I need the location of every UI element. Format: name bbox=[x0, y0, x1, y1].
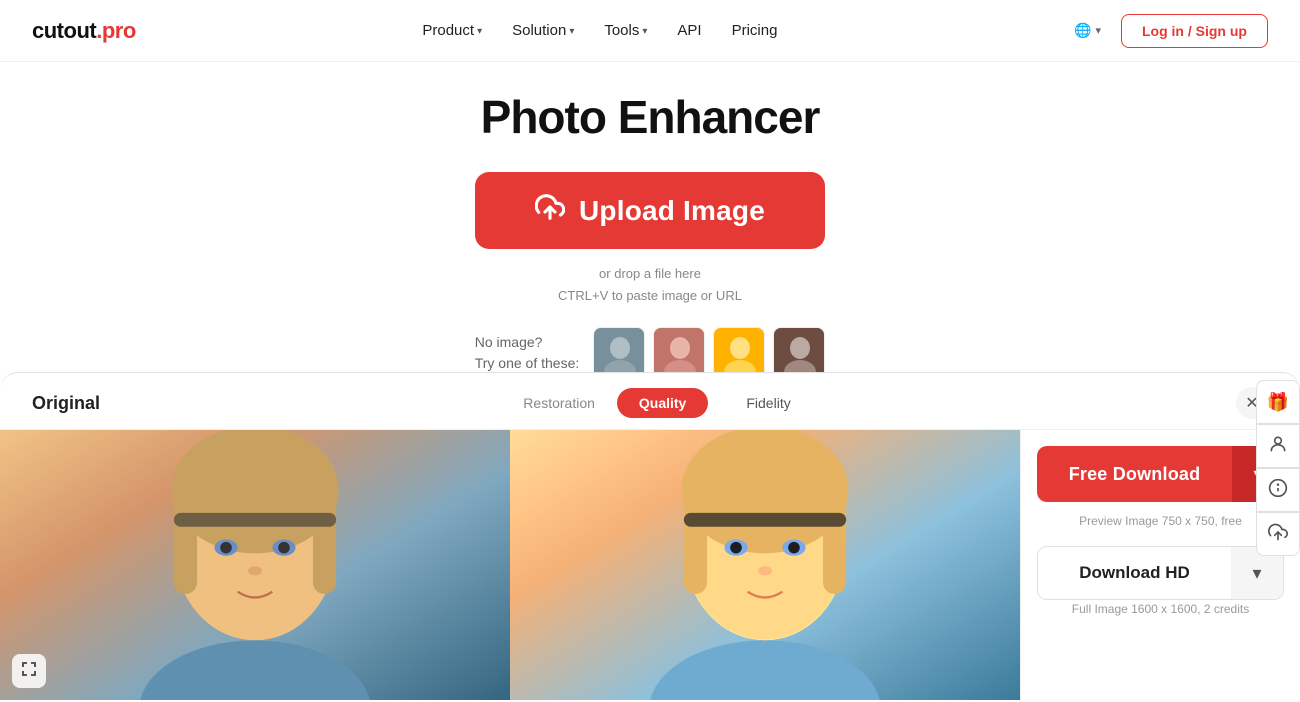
tab-quality[interactable]: Quality bbox=[617, 388, 708, 418]
nav-item-api[interactable]: API bbox=[665, 16, 713, 45]
chevron-down-icon: ▾ bbox=[642, 26, 647, 37]
bottom-panel: Original Restoration Quality Fidelity ✕ bbox=[0, 372, 1300, 702]
main-content: Photo Enhancer Upload Image or drop a fi… bbox=[0, 62, 1300, 379]
gift-icon-button[interactable]: 🎁 bbox=[1256, 380, 1300, 424]
expand-original-button[interactable] bbox=[12, 654, 46, 688]
download-hd-button[interactable]: Download HD bbox=[1038, 546, 1231, 600]
nav-item-solution[interactable]: Solution ▾ bbox=[500, 16, 586, 45]
images-row: Free Download ▾ Preview Image 750 x 750,… bbox=[0, 430, 1300, 702]
upload-icon bbox=[1268, 522, 1288, 547]
header: cutout.pro Product ▾ Solution ▾ Tools ▾ … bbox=[0, 0, 1300, 62]
upload-label: Upload Image bbox=[579, 195, 765, 227]
upload-button[interactable]: Upload Image bbox=[475, 172, 825, 249]
upload-hint: or drop a file here CTRL+V to paste imag… bbox=[0, 263, 1300, 307]
original-label: Original bbox=[32, 393, 100, 414]
nav-item-pricing[interactable]: Pricing bbox=[720, 16, 790, 45]
nav-item-tools[interactable]: Tools ▾ bbox=[592, 16, 659, 45]
free-download-button[interactable]: Free Download bbox=[1037, 446, 1232, 502]
enhanced-image bbox=[510, 430, 1020, 700]
language-button[interactable]: 🌐 ▾ bbox=[1064, 17, 1111, 44]
original-image bbox=[0, 430, 510, 700]
chevron-down-icon: ▾ bbox=[1095, 24, 1101, 37]
logo-text: cutout.pro bbox=[32, 18, 136, 44]
gift-icon: 🎁 bbox=[1267, 392, 1289, 413]
page-title: Photo Enhancer bbox=[0, 90, 1300, 144]
download-hd-hint: Full Image 1600 x 1600, 2 credits bbox=[1037, 602, 1284, 616]
info-icon bbox=[1268, 478, 1288, 503]
header-right: 🌐 ▾ Log in / Sign up bbox=[1064, 14, 1268, 48]
side-icons: 🎁 bbox=[1256, 380, 1300, 556]
nav-item-product[interactable]: Product ▾ bbox=[410, 16, 494, 45]
download-hd-button-group: Download HD ▾ bbox=[1037, 546, 1284, 600]
user-icon bbox=[1268, 434, 1288, 459]
samples-label: No image? Try one of these: bbox=[475, 332, 580, 374]
user-icon-button[interactable] bbox=[1256, 424, 1300, 468]
free-download-button-group: Free Download ▾ bbox=[1037, 446, 1284, 502]
chevron-down-icon: ▾ bbox=[569, 26, 574, 37]
chevron-down-icon: ▾ bbox=[477, 26, 482, 37]
logo[interactable]: cutout.pro bbox=[32, 18, 136, 44]
free-download-hint: Preview Image 750 x 750, free bbox=[1037, 514, 1284, 528]
main-nav: Product ▾ Solution ▾ Tools ▾ API Pricing bbox=[410, 16, 789, 45]
upload-icon bbox=[535, 192, 565, 229]
panel-header: Original Restoration Quality Fidelity ✕ bbox=[0, 373, 1300, 430]
expand-icon bbox=[21, 661, 37, 682]
restoration-group: Restoration Quality Fidelity bbox=[523, 388, 812, 418]
chevron-down-icon: ▾ bbox=[1252, 563, 1261, 584]
help-icon-button[interactable] bbox=[1256, 468, 1300, 512]
login-button[interactable]: Log in / Sign up bbox=[1121, 14, 1268, 48]
tab-fidelity[interactable]: Fidelity bbox=[724, 388, 812, 418]
globe-icon: 🌐 bbox=[1074, 22, 1091, 39]
upload-side-icon-button[interactable] bbox=[1256, 512, 1300, 556]
restoration-label: Restoration bbox=[523, 395, 595, 411]
